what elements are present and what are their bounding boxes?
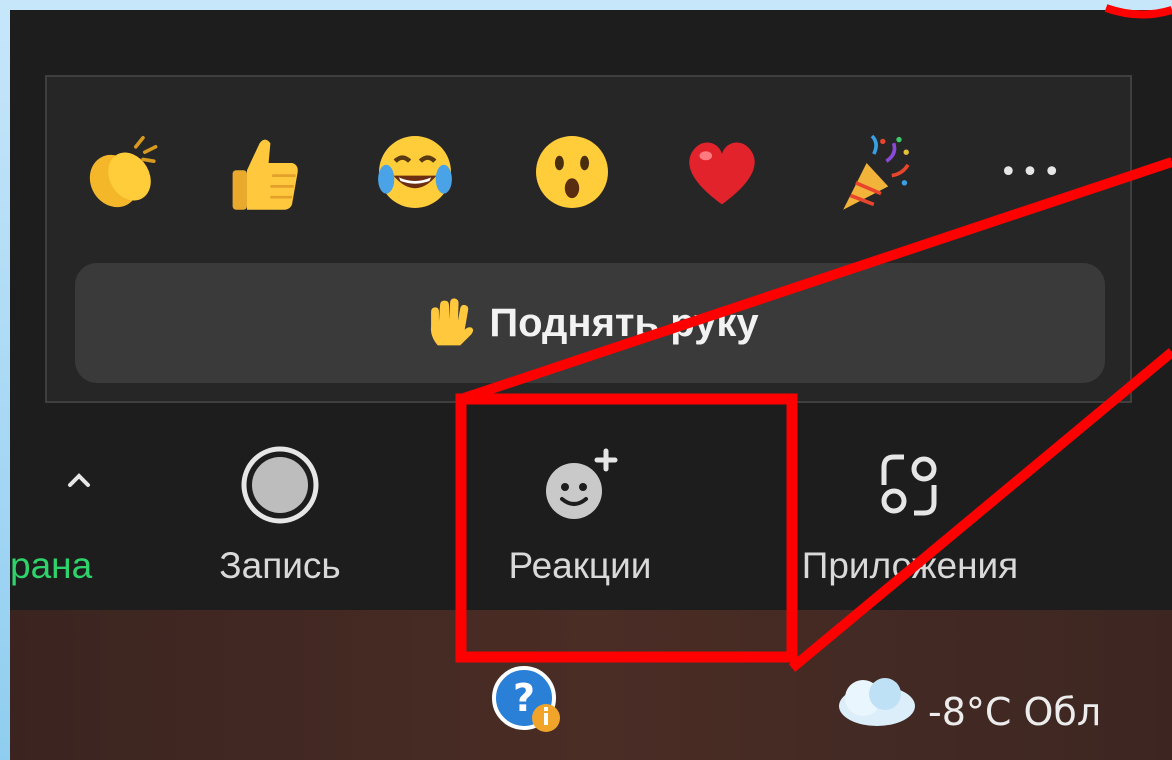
red-heart-button[interactable] <box>672 122 772 222</box>
emoji-row: ••• <box>47 122 1130 222</box>
more-icon: ••• <box>999 154 1065 190</box>
surprised-face-icon <box>536 136 608 208</box>
thumbs-up-button[interactable] <box>215 122 315 222</box>
surprised-face-button[interactable] <box>522 122 622 222</box>
record-label: Запись <box>219 545 341 586</box>
apps-icon <box>881 454 937 516</box>
reactions-label: Реакции <box>508 545 652 586</box>
zoom-meeting-window: ••• Поднять руку рана Запись Реакции При… <box>10 10 1172 610</box>
help-tray-button[interactable]: ? <box>488 660 568 740</box>
red-heart-icon <box>689 142 755 205</box>
clapping-hands-button[interactable] <box>75 122 175 222</box>
apps-button[interactable]: Приложения <box>765 405 1055 610</box>
apps-label: Приложения <box>801 545 1019 586</box>
party-popper-button[interactable] <box>822 122 922 222</box>
tears-of-joy-icon <box>378 136 452 208</box>
clapping-hands-icon <box>89 136 158 208</box>
more-reactions-button[interactable]: ••• <box>982 122 1082 222</box>
reactions-button[interactable]: Реакции <box>480 405 680 610</box>
record-button[interactable]: Запись <box>195 405 365 610</box>
meeting-toolbar: Запись Реакции Приложения <box>10 405 1172 610</box>
help-icon: ? <box>492 666 560 732</box>
svg-text:?: ? <box>513 676 535 720</box>
raised-hand-icon <box>431 298 474 346</box>
add-reaction-icon <box>546 448 618 519</box>
party-popper-icon <box>843 134 910 210</box>
record-icon <box>241 446 319 524</box>
reactions-panel: ••• Поднять руку <box>45 75 1132 403</box>
cloud-icon <box>839 678 915 726</box>
raise-hand-button[interactable]: Поднять руку <box>75 263 1105 383</box>
tears-of-joy-button[interactable] <box>365 122 465 222</box>
raise-hand-label: Поднять руку <box>489 300 759 345</box>
weather-text: -8°C Обл <box>928 690 1102 734</box>
thumbs-up-icon <box>232 139 298 210</box>
